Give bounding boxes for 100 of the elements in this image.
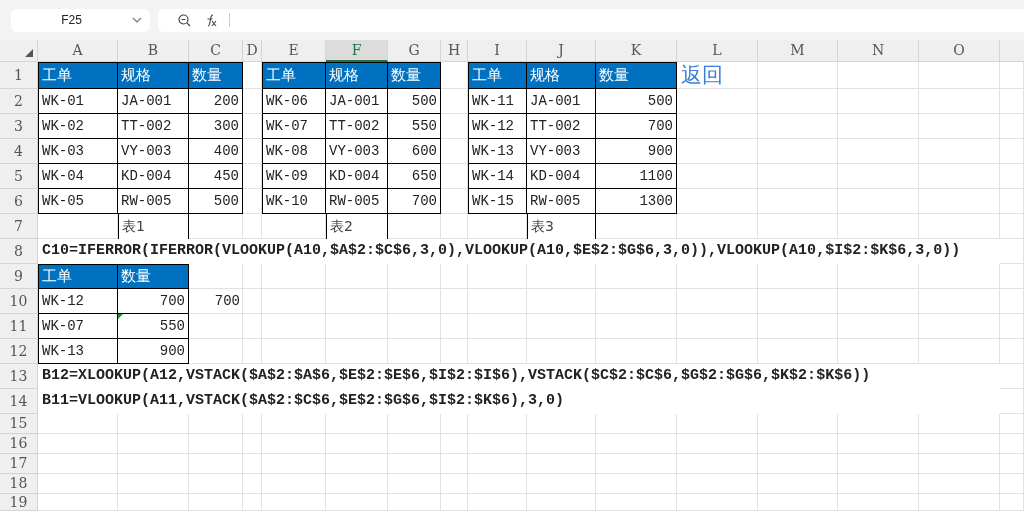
result-value: 700 — [213, 292, 241, 311]
table-cell: RW-005 — [326, 189, 388, 214]
header-cell: 数量 — [118, 264, 189, 289]
row-header[interactable]: 6 — [0, 189, 38, 214]
header-cell: 规格 — [118, 62, 189, 89]
table-cell: WK-09 — [262, 164, 326, 189]
table-cell: WK-07 — [262, 114, 326, 139]
table-cell: WK-02 — [38, 114, 118, 139]
table-cell: 700 — [118, 289, 189, 314]
table-cell: 450 — [189, 164, 243, 189]
header-cell: 工单 — [262, 62, 326, 89]
row-header[interactable]: 1 — [0, 62, 38, 89]
table-cell: KD-004 — [527, 164, 596, 189]
table-cell: 900 — [118, 339, 189, 364]
table-caption: 表1 — [118, 214, 189, 239]
column-header[interactable]: J — [527, 40, 596, 62]
table-cell: WK-15 — [468, 189, 527, 214]
table-cell: JA-001 — [118, 89, 189, 114]
table-cell: WK-03 — [38, 139, 118, 164]
row-header[interactable]: 14 — [0, 389, 38, 414]
table-cell: 700 — [388, 189, 441, 214]
row-header[interactable]: 11 — [0, 314, 38, 339]
column-header[interactable]: F — [326, 40, 388, 62]
row-header[interactable]: 7 — [0, 214, 38, 239]
table-cell: WK-11 — [468, 89, 527, 114]
header-cell: 数量 — [189, 62, 243, 89]
table-cell: WK-07 — [38, 314, 118, 339]
table-cell: WK-01 — [38, 89, 118, 114]
table-cell: WK-12 — [468, 114, 527, 139]
table-cell: RW-005 — [118, 189, 189, 214]
row-header[interactable]: 4 — [0, 139, 38, 164]
column-header[interactable]: N — [838, 40, 919, 62]
table-cell: WK-06 — [262, 89, 326, 114]
table-cell: 700 — [596, 114, 677, 139]
column-header[interactable]: D — [243, 40, 262, 62]
row-header[interactable]: 9 — [0, 264, 38, 289]
formula-text: B11=VLOOKUP(A11,VSTACK($A$2:$C$6,$E$2:$G$6,$I$2:$K$6),3,0) — [38, 389, 1000, 414]
row-header[interactable]: 2 — [0, 89, 38, 114]
table-cell: VY-003 — [527, 139, 596, 164]
table-cell: 1100 — [596, 164, 677, 189]
table-caption: 表2 — [326, 214, 388, 239]
table-cell: KD-004 — [118, 164, 189, 189]
column-header[interactable]: C — [189, 40, 243, 62]
header-cell: 工单 — [38, 62, 118, 89]
row-header[interactable]: 18 — [0, 474, 38, 494]
table-cell: 500 — [388, 89, 441, 114]
table-cell: TT-002 — [326, 114, 388, 139]
table-cell: WK-05 — [38, 189, 118, 214]
table-caption: 表3 — [527, 214, 596, 239]
table-cell: VY-003 — [326, 139, 388, 164]
header-cell: 工单 — [468, 62, 527, 89]
column-header[interactable]: E — [262, 40, 326, 62]
column-header[interactable]: L — [677, 40, 758, 62]
column-header[interactable]: B — [118, 40, 189, 62]
column-header[interactable]: O — [919, 40, 1000, 62]
table-cell: 900 — [596, 139, 677, 164]
table-cell: WK-10 — [262, 189, 326, 214]
column-header[interactable]: M — [758, 40, 838, 62]
header-cell: 工单 — [38, 264, 118, 289]
table-cell: 200 — [189, 89, 243, 114]
row-header[interactable]: 8 — [0, 239, 38, 264]
table-cell: 400 — [189, 139, 243, 164]
table-cell: JA-001 — [527, 89, 596, 114]
table-cell: 500 — [596, 89, 677, 114]
table-cell: WK-13 — [38, 339, 118, 364]
column-header[interactable]: K — [596, 40, 677, 62]
table-cell: WK-12 — [38, 289, 118, 314]
row-header[interactable]: 3 — [0, 114, 38, 139]
zoom-icon[interactable] — [178, 13, 191, 27]
formula-text: C10=IFERROR(IFERROR(VLOOKUP(A10,$A$2:$C$6,3,0),VLOOKUP(A10,$E$2:$G$6,3,0)),VLOOKUP(A10,$I$2:$K$6,3,0)) — [38, 239, 1000, 264]
row-header[interactable]: 19 — [0, 494, 38, 511]
column-header[interactable]: G — [388, 40, 441, 62]
back-link[interactable]: 返回 — [677, 62, 758, 89]
column-header[interactable]: I — [468, 40, 527, 62]
column-header[interactable]: H — [441, 40, 468, 62]
table-cell: WK-08 — [262, 139, 326, 164]
row-header[interactable]: 12 — [0, 339, 38, 364]
row-header[interactable]: 17 — [0, 454, 38, 474]
chevron-down-icon[interactable] — [132, 17, 142, 23]
row-header[interactable]: 5 — [0, 164, 38, 189]
table-cell: WK-04 — [38, 164, 118, 189]
table-cell: 550 — [388, 114, 441, 139]
name-box[interactable]: F25 — [11, 8, 150, 32]
table-cell: JA-001 — [326, 89, 388, 114]
row-header[interactable]: 16 — [0, 434, 38, 454]
header-cell: 规格 — [326, 62, 388, 89]
table-cell: 600 — [388, 139, 441, 164]
table-cell: VY-003 — [118, 139, 189, 164]
table-cell: 650 — [388, 164, 441, 189]
header-cell: 数量 — [388, 62, 441, 89]
table-cell: KD-004 — [326, 164, 388, 189]
row-header[interactable]: 13 — [0, 364, 38, 389]
table-cell: RW-005 — [527, 189, 596, 214]
table-cell: 300 — [189, 114, 243, 139]
row-header[interactable]: 10 — [0, 289, 38, 314]
select-all-icon[interactable] — [25, 49, 33, 57]
table-cell: 550 — [118, 314, 189, 339]
row-header[interactable]: 15 — [0, 414, 38, 434]
table-cell: 1300 — [596, 189, 677, 214]
column-header[interactable]: A — [38, 40, 118, 62]
